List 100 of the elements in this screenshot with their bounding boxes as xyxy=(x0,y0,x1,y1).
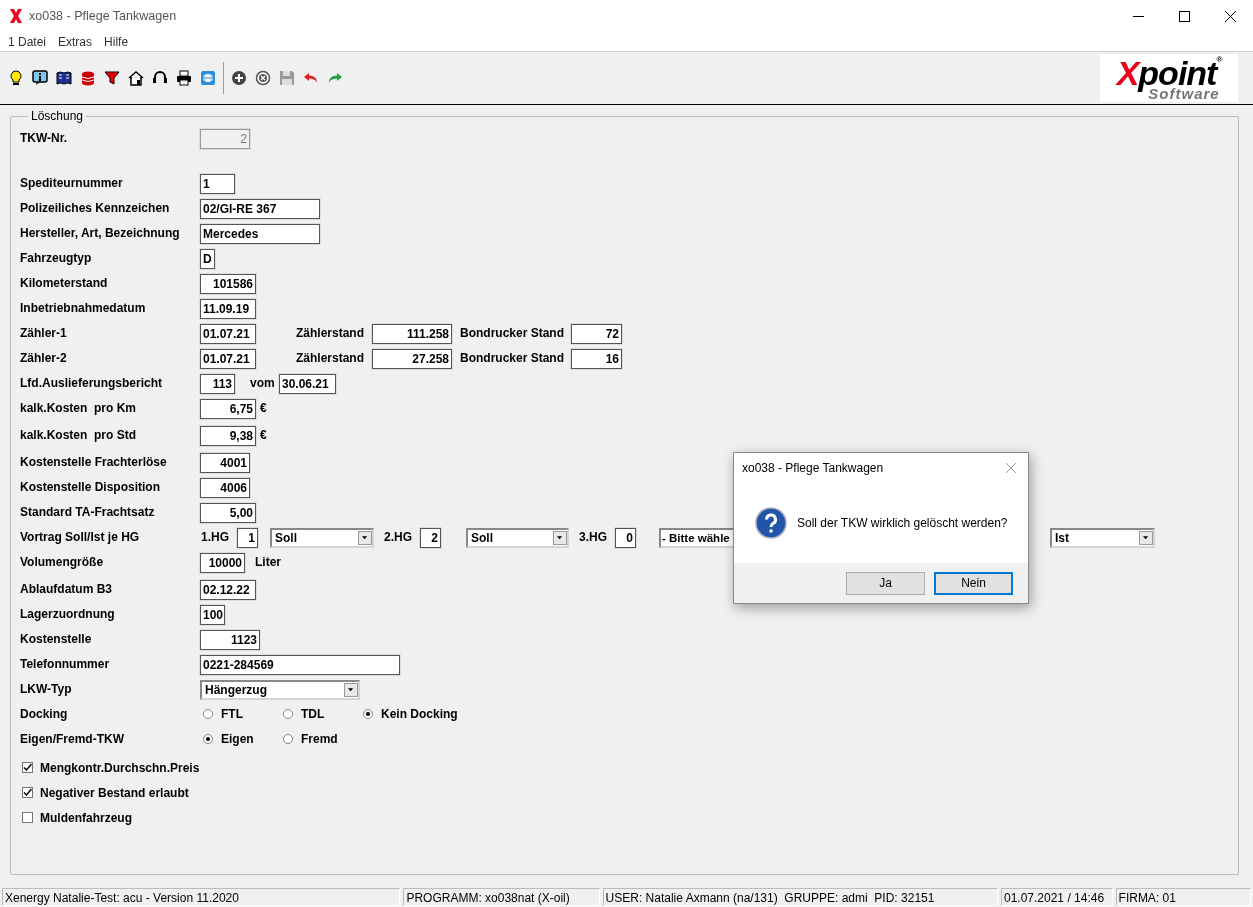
checkbox-label: Negativer Bestand erlaubt xyxy=(40,785,189,800)
input-field[interactable]: 111.258 xyxy=(372,324,452,344)
field-label: Polizeiliches Kennzeichen xyxy=(20,200,171,215)
caret-icon xyxy=(1139,531,1153,545)
dropdown[interactable]: Ist xyxy=(1050,528,1155,548)
menu-item[interactable]: Hilfe xyxy=(98,34,135,49)
maximize-icon[interactable] xyxy=(1178,10,1190,22)
field-label: € xyxy=(260,427,268,442)
group-title: Löschung xyxy=(30,109,85,123)
dropdown[interactable]: Soll xyxy=(270,528,374,548)
field-label: Zähler-1 xyxy=(20,325,68,340)
field-label: Standard TA-Frachtsatz xyxy=(20,504,156,519)
question-icon xyxy=(755,507,787,539)
checkbox-label: Muldenfahrzeug xyxy=(40,810,132,825)
dialog-message: Soll der TKW wirklich gelöscht werden? xyxy=(797,516,1008,530)
input-field[interactable]: 01.07.21 xyxy=(200,349,256,369)
field-label: Liter xyxy=(255,554,282,569)
headset-icon[interactable] xyxy=(152,70,168,86)
field-label: Spediteurnummer xyxy=(20,175,124,190)
field-label: Bondrucker Stand xyxy=(460,350,565,365)
checkbox[interactable] xyxy=(22,812,33,823)
field-label: Kostenstelle Frachterlöse xyxy=(20,454,168,469)
status-cell: Xenergy Natalie-Test: acu - Version 11.2020 xyxy=(2,887,401,906)
input-field[interactable]: 1 xyxy=(237,528,258,548)
field-label: LKW-Typ xyxy=(20,681,73,696)
radio-button[interactable] xyxy=(203,734,213,744)
dropdown[interactable]: - Bitte wähle xyxy=(659,528,734,548)
field-label: kalk.Kosten pro Km xyxy=(20,400,138,415)
checkbox[interactable] xyxy=(22,762,33,773)
field-label: Fahrzeugtyp xyxy=(20,250,93,265)
add-icon[interactable] xyxy=(231,70,247,86)
dropdown[interactable]: Hängerzug xyxy=(200,680,360,700)
radio-label: Fremd xyxy=(301,732,338,746)
radio-button[interactable] xyxy=(283,734,293,744)
menu-item[interactable]: Extras xyxy=(52,34,99,49)
radio-label: Kein Docking xyxy=(381,707,458,721)
input-field[interactable]: 1 xyxy=(200,174,235,194)
field-label: Kostenstelle Disposition xyxy=(20,479,162,494)
checkbox-label: Mengkontr.Durchschn.Preis xyxy=(40,760,200,775)
radio-label: TDL xyxy=(301,707,325,721)
field-label: Telefonnummer xyxy=(20,656,111,671)
printer-icon[interactable] xyxy=(176,70,192,86)
input-field[interactable]: 0221-284569 xyxy=(200,655,400,675)
close-icon[interactable] xyxy=(1224,10,1236,22)
field-label: Lfd.Auslieferungsbericht xyxy=(20,375,163,390)
field-label: 1.HG xyxy=(201,529,230,544)
input-field[interactable]: 72 xyxy=(571,324,622,344)
checkbox[interactable] xyxy=(22,787,33,798)
field-label: Volumengröße xyxy=(20,554,105,569)
input-field[interactable]: 4001 xyxy=(200,453,250,473)
remote-icon[interactable] xyxy=(200,70,216,86)
caret-icon xyxy=(344,683,358,697)
input-field[interactable]: 100 xyxy=(200,605,225,625)
input-field[interactable]: 01.07.21 xyxy=(200,324,256,344)
input-field[interactable]: 02/GI-RE 367 xyxy=(200,199,320,219)
input-field[interactable]: 30.06.21 xyxy=(279,374,336,394)
home-icon[interactable] xyxy=(128,70,144,86)
input-field[interactable]: Mercedes xyxy=(200,224,320,244)
status-cell: PROGRAMM: xo038nat (X-oil) xyxy=(403,887,600,906)
radio-label: Eigen xyxy=(221,732,254,746)
window-title: xo038 - Pflege Tankwagen xyxy=(29,9,178,23)
radio-button[interactable] xyxy=(363,709,373,719)
input-field[interactable]: 1123 xyxy=(200,630,260,650)
input-field[interactable]: 2 xyxy=(420,528,441,548)
dialog-button[interactable]: Nein xyxy=(934,571,1013,595)
field-label: kalk.Kosten pro Std xyxy=(20,427,138,442)
app-logo-icon xyxy=(9,8,23,24)
input-field[interactable]: 6,75 xyxy=(200,399,256,419)
input-field[interactable]: 16 xyxy=(571,349,622,369)
bulb-icon[interactable] xyxy=(8,70,24,86)
dialog-button[interactable]: Ja xyxy=(846,571,925,595)
field-label: Lagerzuordnung xyxy=(20,606,116,621)
dropdown[interactable]: Soll xyxy=(466,528,569,548)
status-cell: FIRMA: 01 xyxy=(1115,887,1251,906)
field-label: € xyxy=(260,400,268,415)
caret-icon xyxy=(553,531,567,545)
input-field[interactable]: 4006 xyxy=(200,478,250,498)
input-field[interactable]: 101586 xyxy=(200,274,256,294)
radio-button[interactable] xyxy=(283,709,293,719)
input-field[interactable]: 0 xyxy=(615,528,636,548)
input-field[interactable]: 27.258 xyxy=(372,349,452,369)
caret-icon xyxy=(358,531,372,545)
info-icon[interactable] xyxy=(32,70,48,86)
input-field[interactable]: D xyxy=(200,249,215,269)
input-field[interactable]: 113 xyxy=(200,374,235,394)
xpoint-logo: Xpoint$^{®}$ Software xyxy=(1100,54,1238,102)
input-field[interactable]: 11.09.19 xyxy=(200,299,256,319)
cancel-icon[interactable] xyxy=(255,70,271,86)
menu-item[interactable]: 1 Datei xyxy=(2,34,53,49)
filter-icon[interactable] xyxy=(104,70,120,86)
radio-button[interactable] xyxy=(203,709,213,719)
field-label: Zählerstand xyxy=(296,350,365,365)
input-field[interactable]: 5,00 xyxy=(200,503,256,523)
status-cell: 01.07.2021 / 14:46 xyxy=(1001,887,1113,906)
input-field[interactable]: 9,38 xyxy=(200,426,256,446)
input-field[interactable]: 10000 xyxy=(200,553,245,573)
field-label: Vortrag Soll/Ist je HG xyxy=(20,529,141,544)
database-icon[interactable] xyxy=(80,70,96,86)
book-icon[interactable] xyxy=(56,70,72,86)
input-field[interactable]: 02.12.22 xyxy=(200,580,256,600)
